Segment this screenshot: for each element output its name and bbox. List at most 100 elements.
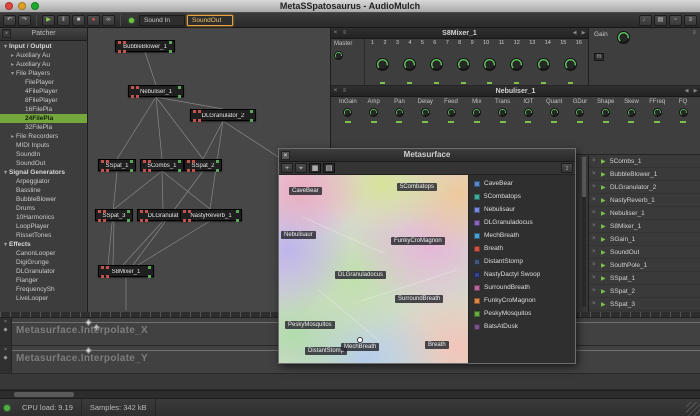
output-dot[interactable] <box>178 95 181 98</box>
tree-item[interactable]: 8FilePlayer <box>0 96 87 105</box>
tree-item[interactable]: SoundIn <box>0 150 87 159</box>
tree-item[interactable]: RissetTones <box>0 231 87 240</box>
channel-knob[interactable] <box>510 58 523 71</box>
tree-item[interactable]: LiveLooper <box>0 294 87 303</box>
output-dot[interactable] <box>136 95 139 98</box>
patch-node[interactable]: Nebuliser_1 <box>128 85 184 97</box>
patch-node[interactable]: NastyReverb_1 <box>180 209 242 221</box>
param-knob[interactable] <box>653 108 662 117</box>
input-dot[interactable] <box>198 110 201 113</box>
snapshot-label[interactable]: FunkyCroMagnon <box>391 237 445 245</box>
legend-row[interactable]: Breath <box>469 242 575 255</box>
patch-node[interactable]: SSpat_1 <box>98 159 136 171</box>
output-dot[interactable] <box>188 219 191 222</box>
param-knob[interactable] <box>679 108 688 117</box>
contraption-row[interactable]: × ▶ S8Mixer_1 <box>589 220 700 233</box>
patch-node[interactable]: 5Combs_1 <box>140 159 184 171</box>
param-knob[interactable] <box>498 108 507 117</box>
legend-row[interactable]: FunkyCroMagnon <box>469 294 575 307</box>
resize-grip[interactable] <box>686 402 700 416</box>
horizontal-scrollbar[interactable] <box>0 390 700 398</box>
prev-panel-icon[interactable]: ◀ <box>570 30 579 36</box>
tree-item[interactable]: 10Harmonics <box>0 213 87 222</box>
output-dot[interactable] <box>101 275 104 278</box>
input-dot[interactable] <box>236 210 239 213</box>
tree-item[interactable]: BubbleBlower <box>0 195 87 204</box>
tree-item[interactable]: Arpeggiator <box>0 177 87 186</box>
mute-button[interactable]: m <box>594 53 604 61</box>
record-button[interactable]: ● <box>87 15 100 26</box>
interpolation-surface[interactable]: CaveBear 5Combatops Nebulisaur FunkyCroM… <box>279 175 469 363</box>
param-knob[interactable] <box>395 108 404 117</box>
contraption-row[interactable]: × ▶ SoundOut <box>589 246 700 259</box>
remove-icon[interactable]: × <box>592 158 598 164</box>
close-panel-icon[interactable]: × <box>2 29 11 38</box>
output-dot[interactable] <box>127 219 130 222</box>
channel-knob[interactable] <box>564 58 577 71</box>
contraption-row[interactable]: × ▶ SGain_1 <box>589 233 700 246</box>
menu-button[interactable]: ≡ <box>684 15 697 26</box>
remove-icon[interactable]: × <box>592 301 598 307</box>
output-dot[interactable] <box>106 275 109 278</box>
output-dot[interactable] <box>118 50 121 53</box>
contraption-row[interactable]: × ▶ SSpat_3 <box>589 298 700 311</box>
prev-panel-icon[interactable]: ◀ <box>682 88 691 94</box>
output-dot[interactable] <box>123 50 126 53</box>
wave-button[interactable]: ~ <box>669 15 682 26</box>
output-dot[interactable] <box>236 219 239 222</box>
contraption-row[interactable]: × ▶ NastyReverb_1 <box>589 194 700 207</box>
output-dot[interactable] <box>183 219 186 222</box>
output-dot[interactable] <box>106 169 109 172</box>
param-knob[interactable] <box>343 108 352 117</box>
input-dot[interactable] <box>101 160 104 163</box>
tree-item[interactable]: DLGranulator <box>0 267 87 276</box>
stop-button[interactable]: ■ <box>72 15 85 26</box>
snapshot-label[interactable]: Nebulisaur <box>281 231 316 239</box>
input-dot[interactable] <box>143 160 146 163</box>
contraption-row[interactable]: × ▶ 5Combs_1 <box>589 155 700 168</box>
redo-button[interactable]: ↷ <box>18 15 31 26</box>
input-dot[interactable] <box>169 41 172 44</box>
param-knob[interactable] <box>524 108 533 117</box>
input-dot[interactable] <box>183 210 186 213</box>
input-dot[interactable] <box>127 210 130 213</box>
next-panel-icon[interactable]: ▶ <box>691 88 700 94</box>
input-dot[interactable] <box>187 160 190 163</box>
param-knob[interactable] <box>575 108 584 117</box>
param-knob[interactable] <box>421 108 430 117</box>
vertical-scrollbar[interactable] <box>582 157 586 307</box>
output-dot[interactable] <box>140 219 143 222</box>
lane-close-icon[interactable]: × <box>4 347 7 353</box>
output-dot[interactable] <box>250 119 253 122</box>
param-knob[interactable] <box>472 108 481 117</box>
output-dot[interactable] <box>216 169 219 172</box>
input-dot[interactable] <box>250 110 253 113</box>
remove-icon[interactable]: × <box>592 184 598 190</box>
panel-menu-icon[interactable]: ≡ <box>340 88 349 94</box>
remove-icon[interactable]: × <box>592 223 598 229</box>
output-dot[interactable] <box>143 169 146 172</box>
input-dot[interactable] <box>178 160 181 163</box>
channel-knob[interactable] <box>457 58 470 71</box>
panel-menu-icon[interactable]: ≡ <box>692 30 696 36</box>
panel-menu-icon[interactable]: ≡ <box>340 30 349 36</box>
legend-row[interactable]: NastyDactyl Swoop <box>469 268 575 281</box>
patch-node[interactable]: DLGranulator_2 <box>190 109 256 121</box>
loop-button[interactable]: ∞ <box>102 15 115 26</box>
input-dot[interactable] <box>130 160 133 163</box>
input-dot[interactable] <box>178 86 181 89</box>
channel-knob[interactable] <box>376 58 389 71</box>
sound-in-select[interactable]: Sound In <box>139 15 185 26</box>
output-dot[interactable] <box>130 169 133 172</box>
tree-item[interactable]: FilePlayer <box>0 78 87 87</box>
close-panel-icon[interactable]: × <box>331 88 340 94</box>
tree-item[interactable]: LoopPlayer <box>0 222 87 231</box>
output-dot[interactable] <box>101 169 104 172</box>
input-dot[interactable] <box>106 266 109 269</box>
param-knob[interactable] <box>369 108 378 117</box>
master-knob[interactable] <box>334 51 343 60</box>
tree-item[interactable]: Bassline <box>0 186 87 195</box>
snapshot-label[interactable]: 5Combatops <box>397 183 437 191</box>
tree-item[interactable]: Signal Generators <box>0 168 87 177</box>
snapshot-label[interactable]: MechBreath <box>341 343 379 351</box>
